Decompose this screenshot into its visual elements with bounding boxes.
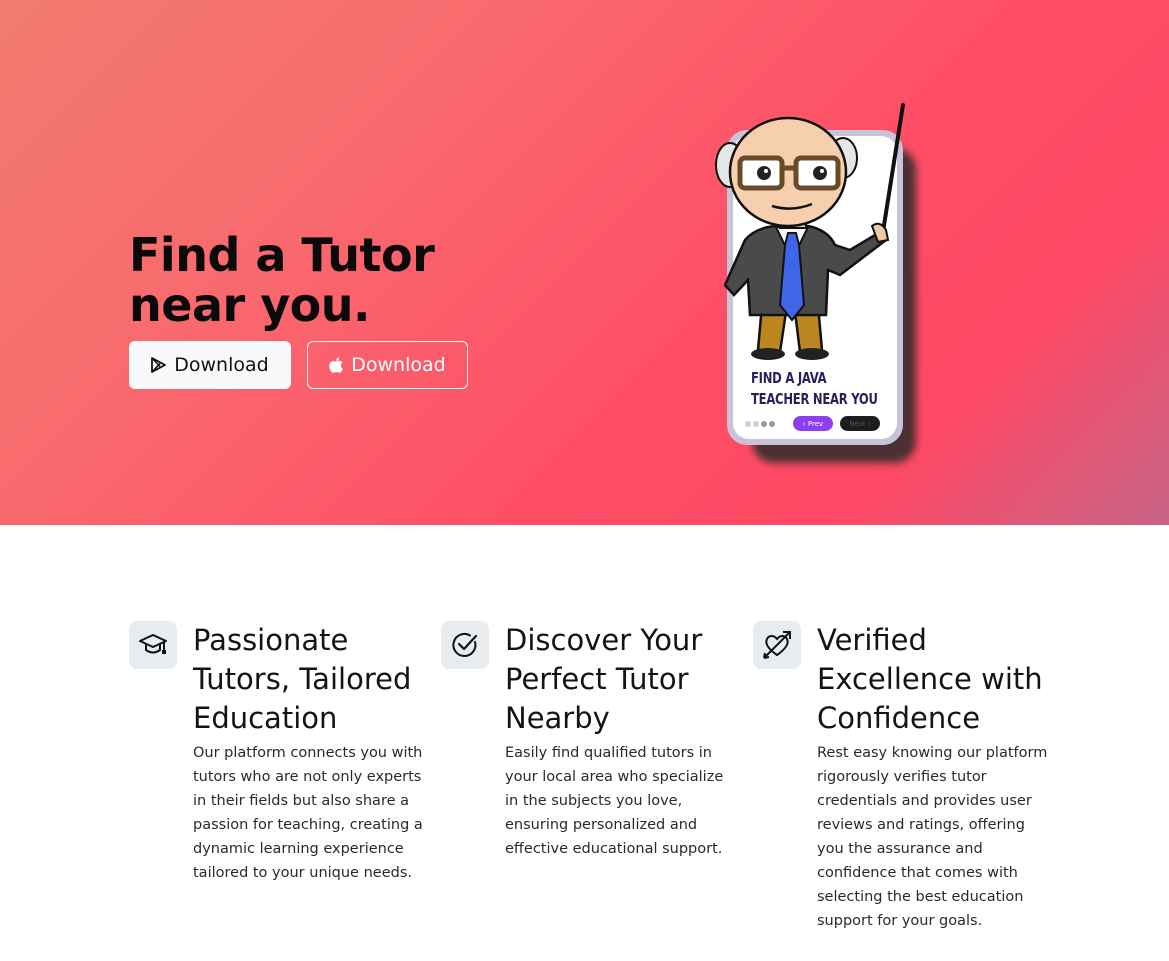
heart-arrow-icon bbox=[753, 621, 801, 669]
carousel-dot bbox=[745, 421, 751, 427]
teacher-illustration bbox=[715, 103, 905, 360]
google-play-download-button[interactable]: Download bbox=[129, 341, 291, 389]
phone-next-button: Next › bbox=[840, 416, 880, 431]
feature-title: Discover Your Perfect Tutor Nearby bbox=[505, 623, 703, 735]
check-circle-icon bbox=[441, 621, 489, 669]
feature-text: Our platform connects you with tutors wh… bbox=[193, 745, 423, 881]
hero-section: Find a Tutor near you. Download Download… bbox=[0, 0, 1169, 525]
feature-text: Rest easy knowing our platform rigorousl… bbox=[817, 745, 1048, 929]
phone-prev-button: ‹ Prev bbox=[793, 416, 833, 431]
feature-title: Passionate Tutors, Tailored Education bbox=[193, 623, 412, 735]
features-section: Passionate Tutors, Tailored Education Ou… bbox=[0, 525, 1169, 961]
app-store-download-button[interactable]: Download bbox=[307, 341, 468, 389]
carousel-dot bbox=[761, 421, 767, 427]
hero-title: Find a Tutor near you. bbox=[129, 228, 435, 332]
apple-icon bbox=[329, 356, 344, 374]
carousel-dots bbox=[745, 421, 775, 427]
feature-text: Easily find qualified tutors in your loc… bbox=[505, 745, 724, 857]
google-play-icon bbox=[151, 357, 167, 373]
phone-caption: FIND A JAVA TEACHER NEAR YOU bbox=[751, 369, 878, 408]
carousel-dot bbox=[753, 421, 759, 427]
graduation-cap-icon bbox=[129, 621, 177, 669]
feature-title: Verified Excellence with Confidence bbox=[817, 623, 1043, 735]
carousel-dot bbox=[769, 421, 775, 427]
google-play-download-label: Download bbox=[174, 354, 269, 376]
app-store-download-label: Download bbox=[351, 354, 446, 376]
